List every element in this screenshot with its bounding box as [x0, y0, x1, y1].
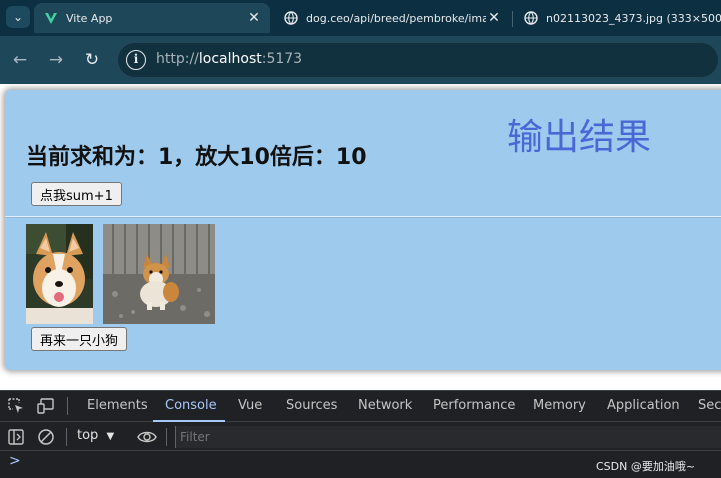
browser-tab-dog-ceo[interactable]: dog.ceo/api/breed/pembroke/ima ✕	[274, 3, 510, 33]
tab-title: n02113023_4373.jpg (333×500)	[546, 11, 721, 25]
devtools-tab-application[interactable]: Application	[607, 398, 680, 413]
browser-tab-dog-image[interactable]: n02113023_4373.jpg (333×500)	[514, 3, 721, 33]
devtools-tab-memory[interactable]: Memory	[533, 398, 586, 413]
device-toolbar-icon[interactable]	[37, 397, 55, 415]
close-tab-icon[interactable]: ✕	[246, 10, 262, 26]
dropdown-triangle-icon: ▼	[106, 431, 115, 442]
dog-image-1	[26, 224, 93, 324]
devtools-panel: Elements Console Vue Sources Network Per…	[0, 390, 721, 478]
inspect-element-icon[interactable]	[7, 397, 25, 415]
devtools-tab-performance[interactable]: Performance	[433, 398, 515, 413]
address-bar[interactable]: i http://localhost:5173	[118, 43, 718, 77]
toolbar-divider	[67, 397, 68, 415]
page-viewport: 当前求和为：1，放大10倍后：10 输出结果 点我sum+1 再来一只小狗	[0, 84, 721, 390]
back-arrow-icon[interactable]: ←	[10, 50, 30, 70]
devtools-tab-elements[interactable]: Elements	[87, 398, 148, 413]
url-port: :5173	[261, 51, 303, 67]
devtools-tab-network[interactable]: Network	[358, 398, 412, 413]
vite-icon	[44, 11, 58, 25]
tab-title: Vite App	[66, 11, 113, 25]
reload-icon[interactable]: ↻	[82, 50, 102, 70]
more-dog-button[interactable]: 再来一只小狗	[31, 327, 128, 351]
chevron-down-icon: ⌄	[12, 10, 24, 24]
url-host: localhost	[198, 51, 262, 67]
tab-search-menu[interactable]: ⌄	[6, 6, 30, 28]
devtools-tab-security[interactable]: Secu	[698, 398, 721, 413]
globe-icon	[284, 11, 298, 25]
csdn-watermark: CSDN @要加油哦~	[596, 460, 696, 473]
devtools-tab-vue[interactable]: Vue	[238, 398, 262, 413]
address-url: http://localhost:5173	[156, 51, 302, 67]
app-container: 当前求和为：1，放大10倍后：10 输出结果 点我sum+1 再来一只小狗	[5, 90, 721, 370]
active-tab-indicator	[153, 420, 225, 422]
sidebar-toggle-icon[interactable]	[7, 428, 25, 446]
horizontal-rule	[5, 216, 721, 218]
site-info-icon[interactable]: i	[126, 50, 146, 70]
tab-separator	[512, 11, 513, 27]
browser-tab-strip: ⌄ Vite App ✕ dog.ceo/api/breed/pembroke/…	[0, 0, 721, 36]
close-tab-icon[interactable]: ✕	[486, 10, 502, 26]
eye-icon[interactable]	[137, 428, 157, 446]
browser-toolbar: ← → ↻ i http://localhost:5173	[0, 36, 721, 84]
toolbar-divider	[66, 428, 67, 446]
clear-console-icon[interactable]	[37, 428, 55, 446]
devtools-tab-console[interactable]: Console	[165, 398, 217, 413]
output-result-label: 输出结果	[507, 117, 652, 158]
console-toolbar: top ▼	[0, 423, 721, 451]
console-filter-input[interactable]	[175, 426, 721, 448]
devtools-tab-sources[interactable]: Sources	[286, 398, 337, 413]
execution-context-selector[interactable]: top ▼	[77, 428, 114, 443]
browser-tab-vite-app[interactable]: Vite App ✕	[34, 3, 270, 33]
url-scheme: http://	[156, 51, 199, 67]
globe-icon	[524, 11, 538, 25]
sum-increment-button[interactable]: 点我sum+1	[31, 182, 122, 206]
toolbar-divider	[166, 428, 167, 446]
devtools-tab-bar: Elements Console Vue Sources Network Per…	[0, 391, 721, 422]
sum-heading: 当前求和为：1，放大10倍后：10	[26, 145, 367, 170]
dog-image-2	[103, 224, 215, 324]
context-label: top	[77, 428, 99, 443]
tab-title: dog.ceo/api/breed/pembroke/ima	[306, 11, 486, 25]
forward-arrow-icon[interactable]: →	[46, 50, 66, 70]
console-prompt[interactable]: >	[9, 453, 21, 469]
